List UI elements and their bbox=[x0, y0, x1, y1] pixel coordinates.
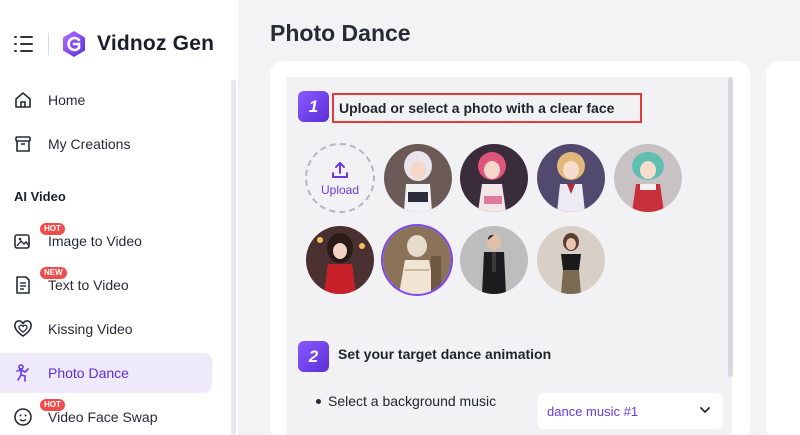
dance-icon bbox=[12, 362, 34, 384]
menu-icon[interactable] bbox=[14, 36, 34, 52]
sample-photo[interactable] bbox=[306, 226, 374, 294]
home-icon bbox=[12, 89, 34, 111]
music-dropdown[interactable]: dance music #1 bbox=[538, 393, 723, 429]
right-panel bbox=[766, 61, 800, 435]
sample-photo[interactable] bbox=[537, 144, 605, 212]
sidebar-item-label: Photo Dance bbox=[48, 365, 129, 381]
sidebar-item-label: Home bbox=[48, 92, 86, 108]
upload-button[interactable]: Upload bbox=[305, 143, 375, 213]
hot-badge: HOT bbox=[40, 223, 65, 235]
sidebar-item-text-to-video[interactable]: NEW Text to Video bbox=[0, 265, 212, 305]
sample-photo[interactable] bbox=[460, 144, 528, 212]
sidebar-item-kissing-video[interactable]: Kissing Video bbox=[0, 309, 212, 349]
sidebar-item-home[interactable]: Home bbox=[0, 80, 212, 120]
hot-badge: HOT bbox=[40, 399, 65, 411]
music-label: Select a background music bbox=[328, 393, 497, 409]
sidebar-item-label: Kissing Video bbox=[48, 321, 133, 337]
image-video-icon: HOT bbox=[12, 223, 65, 252]
sidebar: Vidnoz Gen Home My Creations AI Video HO… bbox=[0, 0, 238, 435]
brand-name: Vidnoz Gen bbox=[97, 32, 215, 55]
sidebar-scrollbar[interactable] bbox=[231, 80, 236, 435]
logo-row: Vidnoz Gen bbox=[14, 26, 214, 62]
page-title: Photo Dance bbox=[270, 20, 411, 46]
sample-photo-selected[interactable] bbox=[383, 226, 451, 294]
sidebar-item-label: Video Face Swap bbox=[48, 409, 158, 425]
step-number-1: 1 bbox=[298, 91, 329, 122]
upload-icon bbox=[332, 161, 348, 178]
sidebar-item-label: My Creations bbox=[48, 136, 131, 152]
section-title-ai-video: AI Video bbox=[14, 189, 66, 204]
sample-photo[interactable] bbox=[384, 144, 452, 212]
sidebar-item-my-creations[interactable]: My Creations bbox=[0, 124, 212, 164]
text-doc-icon: NEW bbox=[12, 267, 67, 296]
music-row: Select a background music bbox=[316, 393, 496, 409]
face-swap-icon: HOT bbox=[12, 399, 65, 428]
panel-scrollbar[interactable] bbox=[728, 77, 733, 377]
hearts-icon bbox=[12, 318, 34, 340]
sample-photo[interactable] bbox=[537, 226, 605, 294]
sidebar-item-label: Text to Video bbox=[48, 277, 129, 293]
sample-photo[interactable] bbox=[460, 226, 528, 294]
step2-label: Set your target dance animation bbox=[338, 346, 552, 362]
brand-logo-icon bbox=[63, 31, 85, 57]
sidebar-item-video-face-swap[interactable]: HOT Video Face Swap bbox=[0, 397, 212, 435]
sidebar-item-photo-dance[interactable]: Photo Dance bbox=[0, 353, 212, 393]
music-selected-value: dance music #1 bbox=[547, 403, 639, 419]
sidebar-item-label: Image to Video bbox=[48, 233, 142, 249]
chevron-down-icon bbox=[700, 407, 710, 413]
step-number-2: 2 bbox=[298, 341, 329, 372]
bullet bbox=[316, 398, 321, 404]
new-badge: NEW bbox=[40, 267, 67, 279]
step1-label: Upload or select a photo with a clear fa… bbox=[332, 93, 642, 123]
sample-photo[interactable] bbox=[614, 144, 682, 212]
upload-label: Upload bbox=[320, 182, 360, 197]
sidebar-item-image-to-video[interactable]: HOT Image to Video bbox=[0, 221, 212, 261]
archive-icon bbox=[12, 133, 34, 155]
divider bbox=[48, 33, 49, 55]
